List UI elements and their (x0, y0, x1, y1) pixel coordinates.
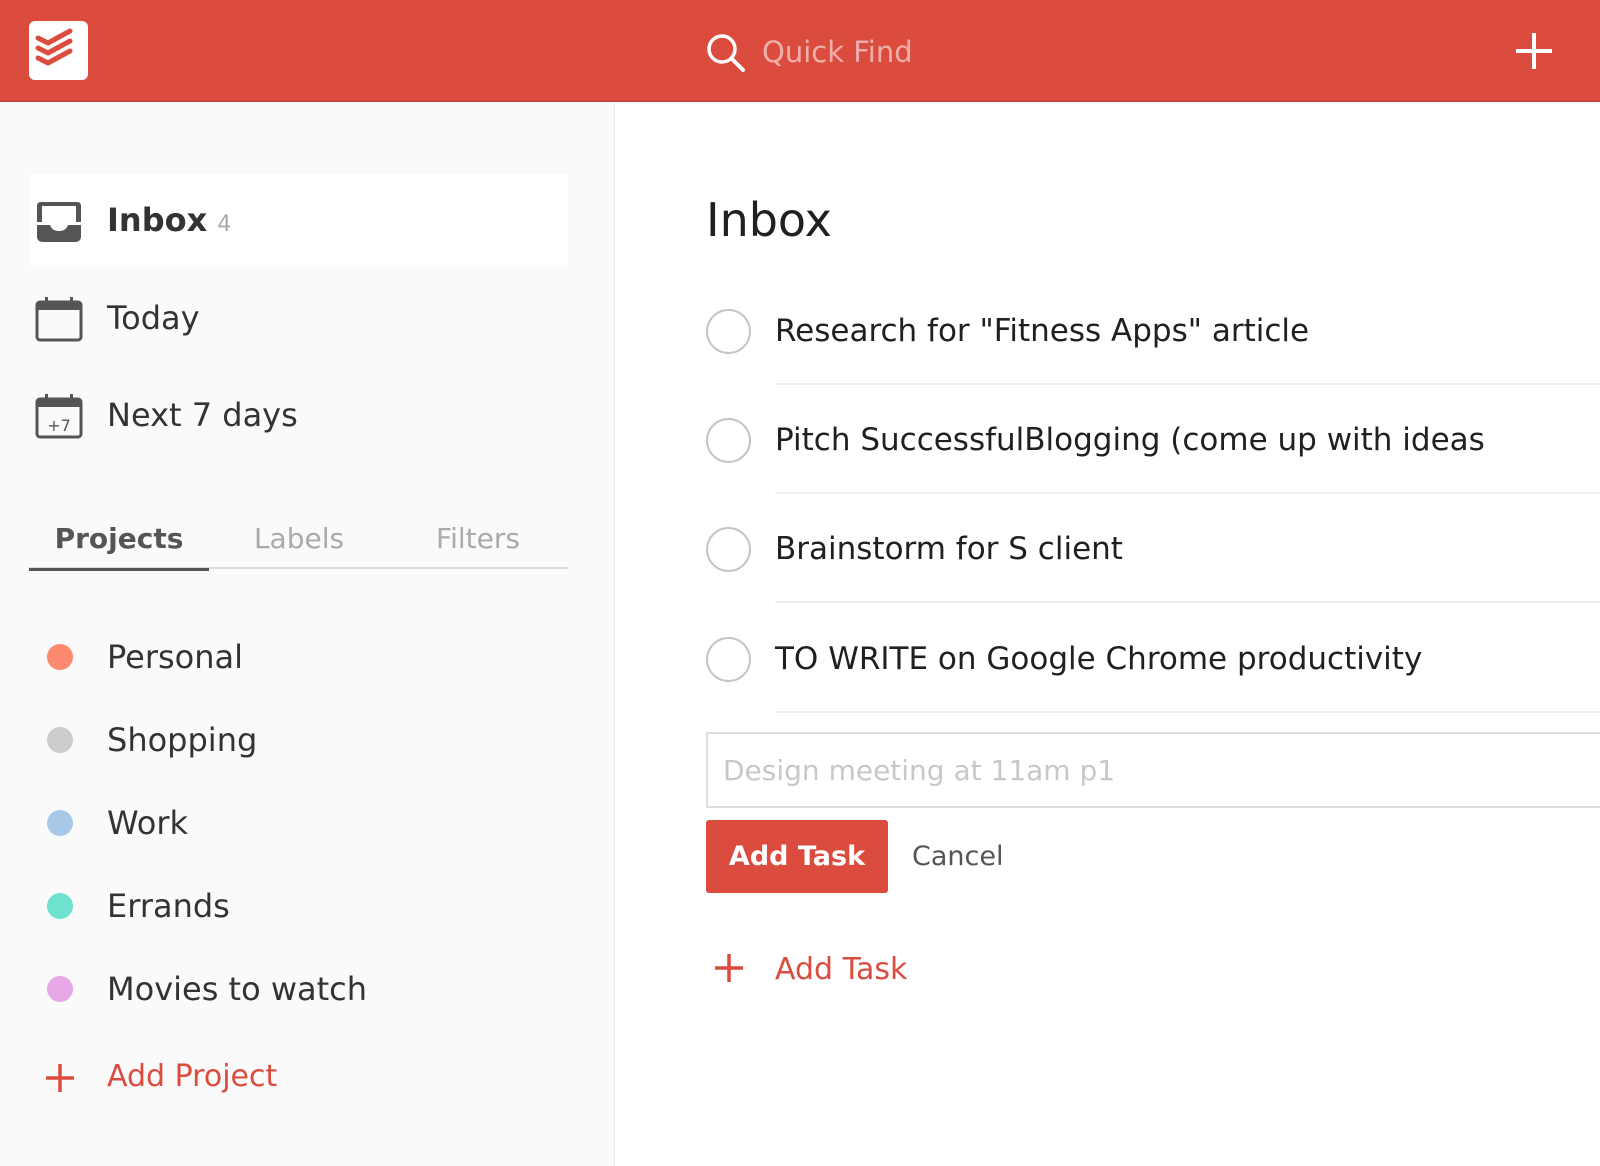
task-text[interactable]: TO WRITE on Google Chrome productivity (775, 639, 1422, 679)
project-label: Shopping (107, 721, 258, 759)
tab-filters[interactable]: Filters (388, 522, 568, 569)
sidebar-item-label: Next 7 days (107, 396, 298, 434)
tab-projects[interactable]: Projects (29, 522, 209, 571)
divider (775, 711, 1600, 713)
project-color-dot (47, 976, 73, 1002)
project-color-dot (47, 644, 73, 670)
quick-find-input[interactable] (762, 28, 1162, 76)
task-text[interactable]: Research for "Fitness Apps" article (775, 311, 1309, 351)
project-item-errands[interactable]: Errands (29, 876, 568, 936)
sidebar-item-today[interactable]: Today (29, 272, 568, 365)
project-item-shopping[interactable]: Shopping (29, 710, 568, 770)
divider (775, 601, 1600, 603)
project-label: Errands (107, 887, 230, 925)
task-text[interactable]: Pitch SuccessfulBlogging (come up with i… (775, 420, 1485, 460)
sidebar: Inbox 4 Today +7 Next 7 days Projects Lab… (0, 104, 615, 1166)
plus-icon (715, 954, 743, 982)
task-checkbox[interactable] (706, 637, 751, 682)
svg-text:+7: +7 (47, 416, 71, 435)
calendar-icon (35, 297, 83, 342)
add-project-button[interactable]: Add Project (29, 1049, 329, 1109)
project-item-movies-to-watch[interactable]: Movies to watch (29, 959, 568, 1019)
project-color-dot (47, 810, 73, 836)
project-item-work[interactable]: Work (29, 793, 568, 853)
todoist-logo-icon[interactable] (29, 21, 88, 80)
add-task-button[interactable]: Add Task (706, 820, 888, 893)
project-label: Work (107, 804, 189, 842)
sidebar-item-next-7-days[interactable]: +7 Next 7 days (29, 369, 568, 462)
task-item: Pitch SuccessfulBlogging (come up with i… (706, 418, 1600, 528)
inbox-count-badge: 4 (217, 212, 232, 237)
add-task-link-label: Add Task (775, 952, 908, 987)
task-checkbox[interactable] (706, 527, 751, 572)
project-label: Personal (107, 638, 244, 676)
task-item: Research for "Fitness Apps" article (706, 309, 1600, 419)
calendar-plus7-icon: +7 (35, 394, 83, 439)
project-color-dot (47, 893, 73, 919)
new-task-input[interactable] (706, 732, 1600, 808)
sidebar-item-label: Inbox 4 (107, 201, 232, 239)
top-bar (0, 0, 1600, 102)
sidebar-item-inbox[interactable]: Inbox 4 (29, 174, 568, 267)
task-text[interactable]: Brainstorm for S client (775, 529, 1123, 569)
cancel-button[interactable]: Cancel (912, 837, 1003, 877)
sidebar-item-label: Today (107, 299, 200, 337)
add-project-label: Add Project (107, 1059, 278, 1094)
project-label: Movies to watch (107, 970, 368, 1008)
main-content: Inbox Research for "Fitness Apps" articl… (616, 104, 1600, 1166)
project-item-personal[interactable]: Personal (29, 627, 568, 687)
task-checkbox[interactable] (706, 309, 751, 354)
sidebar-tabs: Projects Labels Filters (29, 514, 568, 571)
inbox-icon (37, 202, 81, 242)
tab-labels[interactable]: Labels (209, 522, 389, 569)
divider (775, 492, 1600, 494)
project-color-dot (47, 727, 73, 753)
task-item: Brainstorm for S client (706, 527, 1600, 637)
add-task-link[interactable]: Add Task (706, 945, 1006, 995)
plus-icon[interactable] (1514, 31, 1554, 71)
plus-icon (46, 1064, 74, 1092)
page-title: Inbox (706, 193, 832, 247)
task-checkbox[interactable] (706, 418, 751, 463)
search-icon[interactable] (706, 33, 746, 73)
divider (775, 383, 1600, 385)
task-item: TO WRITE on Google Chrome productivity (706, 637, 1600, 747)
